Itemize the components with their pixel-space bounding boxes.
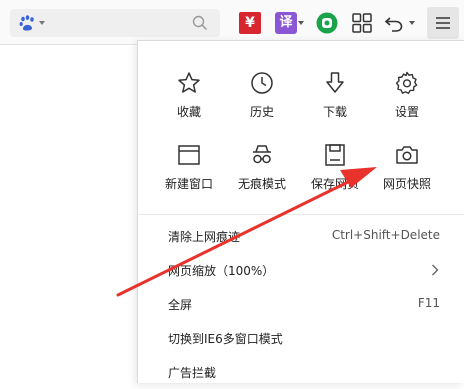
apps-grid-icon[interactable]: [351, 12, 373, 34]
chevron-down-icon[interactable]: [39, 21, 45, 25]
menu-item-page-snapshot[interactable]: 网页快照: [368, 143, 446, 203]
translate-extension-icon[interactable]: 译: [275, 12, 297, 34]
yen-extension-icon[interactable]: ¥: [239, 12, 261, 34]
chevron-down-icon[interactable]: [298, 21, 304, 25]
menu-item-ad-blocking[interactable]: 广告拦截: [138, 355, 464, 389]
save-icon: [325, 144, 345, 166]
shortcut-label: F11: [417, 296, 440, 310]
menu-item-favorites[interactable]: 收藏: [150, 71, 228, 131]
browser-toolbar: ¥ 译: [0, 0, 464, 44]
download-icon: [326, 72, 344, 93]
gear-icon: [395, 71, 418, 94]
menu-item-settings[interactable]: 设置: [368, 71, 446, 131]
green-extension-icon[interactable]: [316, 12, 338, 34]
chevron-down-icon[interactable]: [409, 21, 415, 25]
menu-item-label: 设置: [394, 105, 419, 119]
menu-item-label: 广告拦截: [168, 366, 217, 380]
baidu-paw-icon[interactable]: [18, 14, 36, 32]
menu-item-history[interactable]: 历史: [223, 71, 301, 131]
clock-icon: [251, 72, 273, 94]
chevron-right-icon: [432, 264, 439, 276]
menu-item-label: 清除上网痕迹: [168, 230, 241, 244]
menu-item-ie6-mode[interactable]: 切换到IE6多窗口模式: [138, 321, 464, 355]
undo-icon[interactable]: [384, 12, 404, 34]
menu-item-downloads[interactable]: 下载: [296, 71, 374, 131]
main-menu-button[interactable]: [427, 7, 459, 39]
menu-item-label: 切换到IE6多窗口模式: [168, 332, 283, 346]
menu-item-label: 网页快照: [382, 177, 431, 191]
incognito-icon: [253, 145, 271, 164]
menu-item-new-window[interactable]: 新建窗口: [150, 143, 228, 203]
menu-item-save-page[interactable]: 保存网页: [296, 143, 374, 203]
camera-icon: [396, 146, 418, 164]
main-menu-dropdown: 收藏 历史 下载 设置 新建窗口 无痕模式 保存网页 网页快照 清除上网痕迹 C…: [137, 40, 464, 383]
hamburger-menu-icon: [436, 17, 450, 29]
window-icon: [178, 145, 200, 165]
shortcut-label: Ctrl+Shift+Delete: [331, 228, 440, 242]
menu-item-label: 全屏: [168, 298, 193, 312]
menu-item-label: 网页缩放（100%）: [168, 264, 275, 278]
star-icon: [178, 72, 200, 93]
menu-item-fullscreen[interactable]: 全屏 F11: [138, 287, 464, 321]
menu-item-page-zoom[interactable]: 网页缩放（100%）: [138, 253, 464, 287]
menu-item-clear-browsing-data[interactable]: 清除上网痕迹 Ctrl+Shift+Delete: [138, 219, 464, 253]
search-icon[interactable]: [192, 15, 208, 31]
address-bar[interactable]: [10, 9, 220, 37]
menu-separator: [138, 214, 464, 215]
menu-item-incognito[interactable]: 无痕模式: [223, 143, 301, 203]
